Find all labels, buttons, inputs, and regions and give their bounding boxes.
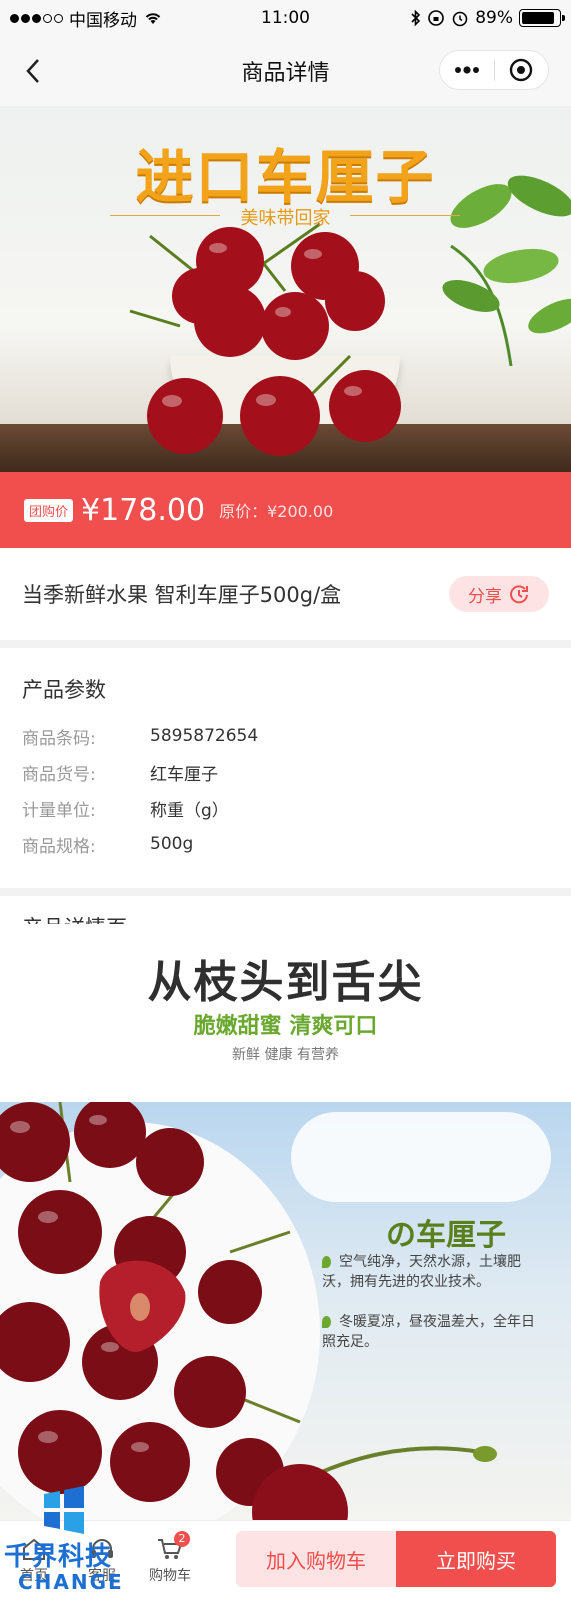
battery-percent: 89% [475,8,513,28]
detail-bullet-2-text: 冬暖夏凉，昼夜温差大，全年日照充足。 [322,1314,535,1350]
param-value: 称重（g） [150,800,229,821]
param-key: 商品规格: [22,836,96,857]
status-left: 中国移动 [10,6,163,31]
share-label: 分享 [468,586,502,607]
param-value: 500g [150,834,194,854]
alarm-icon [452,11,468,27]
product-banner: 进口车厘子 美味带回家 [0,106,571,472]
banner-subtitle: 美味带回家 [240,208,331,229]
orientation-lock-icon [428,10,445,26]
back-button[interactable] [18,56,48,86]
battery-icon [519,9,565,27]
product-params-section: 产品参数 商品条码: 5895872654 商品货号: 红车厘子 计量单位: 称… [0,648,571,888]
detail-image-tags: 新鲜 健康 有营养 [232,1047,339,1063]
carrier-label: 中国移动 [69,10,137,31]
tab-cart-label: 购物车 [149,1567,191,1584]
price-band: 团购价 ¥178.00 原价：¥200.00 [0,472,571,548]
target-close-icon [510,58,533,82]
param-key: 商品货号: [22,764,96,785]
windows-logo-icon [44,1486,84,1534]
cart-count-badge: 2 [174,1530,190,1547]
bluetooth-icon [411,9,421,27]
original-price: 原价：¥200.00 [219,502,334,521]
more-button[interactable] [440,51,494,89]
watermark-logo: 千界科技 CHANGE [4,1484,134,1600]
detail-image-subtitle: 脆嫩甜蜜 清爽可口 [193,1014,378,1039]
param-row: 商品货号: 红车厘子 [22,754,549,790]
watermark-text-cn: 千界科技 [4,1542,113,1572]
param-value: 5895872654 [150,726,259,746]
single-cherry-illustration [252,1446,497,1520]
product-detail-section: 产品详情页 从枝头到舌尖 脆嫩甜蜜 清爽可口 新鲜 健康 有营养 [0,896,571,1520]
add-to-cart-button[interactable]: 加入购物车 [236,1531,396,1587]
param-key: 商品条码: [22,728,96,749]
detail-image-title: 从枝头到舌尖 [147,957,424,1008]
group-buy-badge: 团购价 [24,498,74,522]
status-right: 89% [411,8,565,28]
signal-icon [10,13,63,23]
buy-now-button[interactable]: 立即购买 [396,1531,556,1587]
detail-bullet-2: 冬暖夏凉，昼夜温差大，全年日照充足。 [322,1312,542,1352]
leaf-icon [322,1256,331,1268]
nav-bar: 商品详情 [0,36,571,106]
status-bar: 中国移动 11:00 89% [0,0,571,36]
page-title: 商品详情 [241,61,330,86]
param-row: 计量单位: 称重（g） [22,790,549,826]
current-price: ¥178.00 [81,492,206,528]
tab-cart[interactable]: 2 购物车 [136,1521,204,1600]
cloud-decoration [291,1112,551,1202]
leaf-icon [322,1316,331,1328]
param-row: 商品条码: 5895872654 [22,718,549,754]
wifi-icon [145,13,161,24]
detail-bullet-1: 空气纯净，天然水源，土壤肥沃，拥有先进的农业技术。 [322,1252,542,1292]
params-title: 产品参数 [22,678,106,702]
banner-title: 进口车厘子 [135,143,436,211]
share-button[interactable]: 分享 [449,576,549,612]
product-name: 当季新鲜水果 智利车厘子500g/盒 [22,583,342,607]
product-title-row: 当季新鲜水果 智利车厘子500g/盒 分享 [0,548,571,640]
cherry-photo: の车厘子 空气纯净，天然水源，土壤肥沃，拥有先进的农业技术。 冬暖夏凉，昼夜温差… [0,1102,571,1520]
param-key: 计量单位: [22,800,96,821]
detail-brand: の车厘子 [386,1218,506,1253]
cherries-illustration [129,222,401,456]
more-dots-icon [454,66,479,74]
share-icon [510,585,528,604]
chevron-left-icon [26,59,39,83]
close-mini-program-button[interactable] [495,51,549,89]
param-row: 商品规格: 500g [22,826,549,862]
mini-program-capsule [439,50,549,90]
detail-image: 从枝头到舌尖 脆嫩甜蜜 清爽可口 新鲜 健康 有营养 の车厘子 空气纯净，天然水… [0,924,571,1520]
param-value: 红车厘子 [150,764,218,785]
detail-bullet-1-text: 空气纯净，天然水源，土壤肥沃，拥有先进的农业技术。 [322,1254,521,1290]
watermark-text-en: CHANGE [18,1570,124,1594]
